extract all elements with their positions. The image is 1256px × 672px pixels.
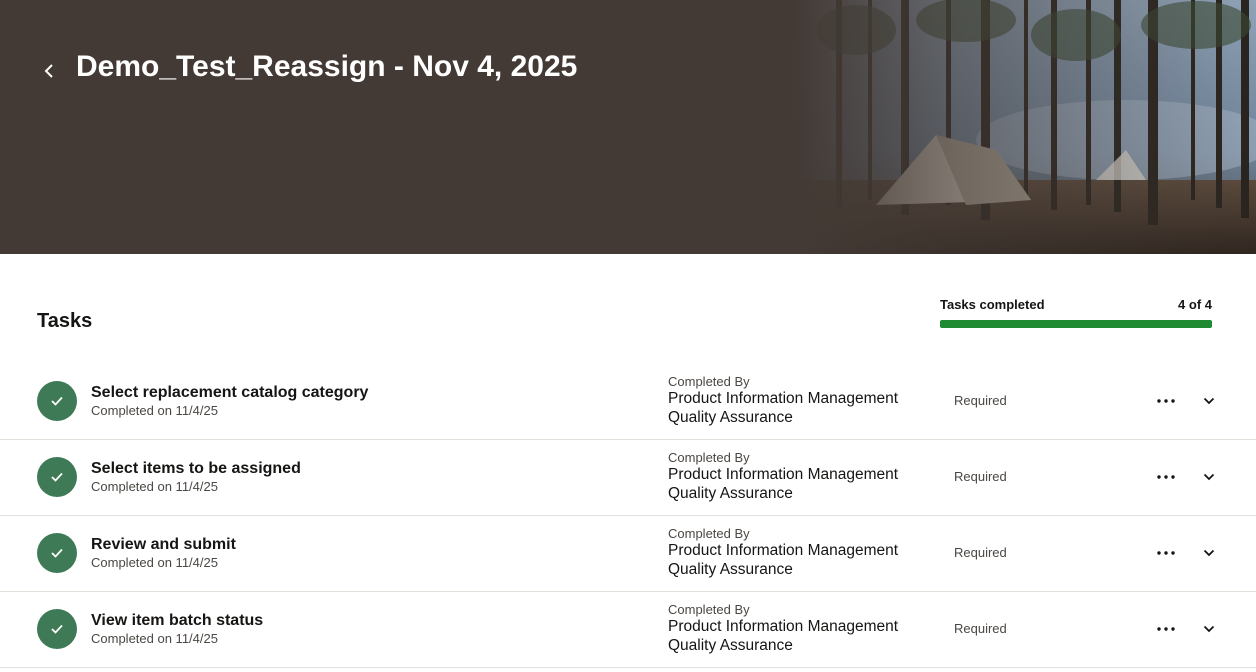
completed-by-team: Quality Assurance: [668, 409, 793, 426]
check-icon: [51, 396, 63, 406]
more-horizontal-icon: [1157, 475, 1175, 479]
completed-by-label: Completed By: [668, 526, 750, 541]
completed-by-team: Quality Assurance: [668, 485, 793, 502]
tasks-progress-fill: [940, 320, 1212, 328]
expand-button[interactable]: [1195, 387, 1223, 415]
task-title[interactable]: Review and submit: [91, 536, 236, 554]
completed-by-team: Quality Assurance: [668, 561, 793, 578]
tasks-completed-count: 4 of 4: [1178, 297, 1212, 312]
task-row: View item batch status Completed on 11/4…: [0, 592, 1256, 668]
completed-by-team: Quality Assurance: [668, 637, 793, 654]
completed-by-name: Product Information Management: [668, 618, 899, 635]
task-row: Select replacement catalog category Comp…: [0, 364, 1256, 440]
completed-by-name: Product Information Management: [668, 390, 899, 407]
expand-button[interactable]: [1195, 463, 1223, 491]
task-title[interactable]: Select replacement catalog category: [91, 384, 368, 402]
chevron-left-icon: [44, 64, 53, 78]
tasks-heading: Tasks: [37, 310, 93, 332]
required-label: Required: [954, 393, 1007, 408]
more-actions-button[interactable]: [1152, 539, 1180, 567]
check-icon: [51, 472, 63, 482]
more-horizontal-icon: [1157, 551, 1175, 555]
more-actions-button[interactable]: [1152, 387, 1180, 415]
required-label: Required: [954, 621, 1007, 636]
task-completed-date: Completed on 11/4/25: [91, 631, 218, 646]
tasks-progress-bar: [940, 320, 1212, 328]
forest-tent-image: [796, 0, 1256, 254]
completed-by-label: Completed By: [668, 602, 750, 617]
task-row: Select items to be assigned Completed on…: [0, 440, 1256, 516]
completed-status-icon: [37, 609, 77, 649]
task-completed-date: Completed on 11/4/25: [91, 555, 218, 570]
task-list: Select replacement catalog category Comp…: [0, 364, 1256, 668]
chevron-down-icon: [1203, 625, 1215, 633]
completed-by-label: Completed By: [668, 450, 750, 465]
expand-button[interactable]: [1195, 615, 1223, 643]
chevron-down-icon: [1203, 473, 1215, 481]
tasks-completed-label: Tasks completed: [940, 297, 1045, 312]
task-title[interactable]: Select items to be assigned: [91, 460, 301, 478]
task-completed-date: Completed on 11/4/25: [91, 479, 218, 494]
completed-by-label: Completed By: [668, 374, 750, 389]
completed-status-icon: [37, 533, 77, 573]
chevron-down-icon: [1203, 549, 1215, 557]
task-completed-date: Completed on 11/4/25: [91, 403, 218, 418]
more-horizontal-icon: [1157, 399, 1175, 403]
back-button[interactable]: [32, 54, 66, 88]
task-row: Review and submit Completed on 11/4/25 C…: [0, 516, 1256, 592]
completed-by-name: Product Information Management: [668, 542, 899, 559]
task-title[interactable]: View item batch status: [91, 612, 263, 630]
more-actions-button[interactable]: [1152, 615, 1180, 643]
completed-status-icon: [37, 457, 77, 497]
chevron-down-icon: [1203, 397, 1215, 405]
page-header-banner: Demo_Test_Reassign - Nov 4, 2025: [0, 0, 1256, 254]
required-label: Required: [954, 469, 1007, 484]
required-label: Required: [954, 545, 1007, 560]
page-title: Demo_Test_Reassign - Nov 4, 2025: [76, 50, 578, 83]
more-actions-button[interactable]: [1152, 463, 1180, 491]
check-icon: [51, 548, 63, 558]
more-horizontal-icon: [1157, 627, 1175, 631]
expand-button[interactable]: [1195, 539, 1223, 567]
completed-status-icon: [37, 381, 77, 421]
completed-by-name: Product Information Management: [668, 466, 899, 483]
check-icon: [51, 624, 63, 634]
